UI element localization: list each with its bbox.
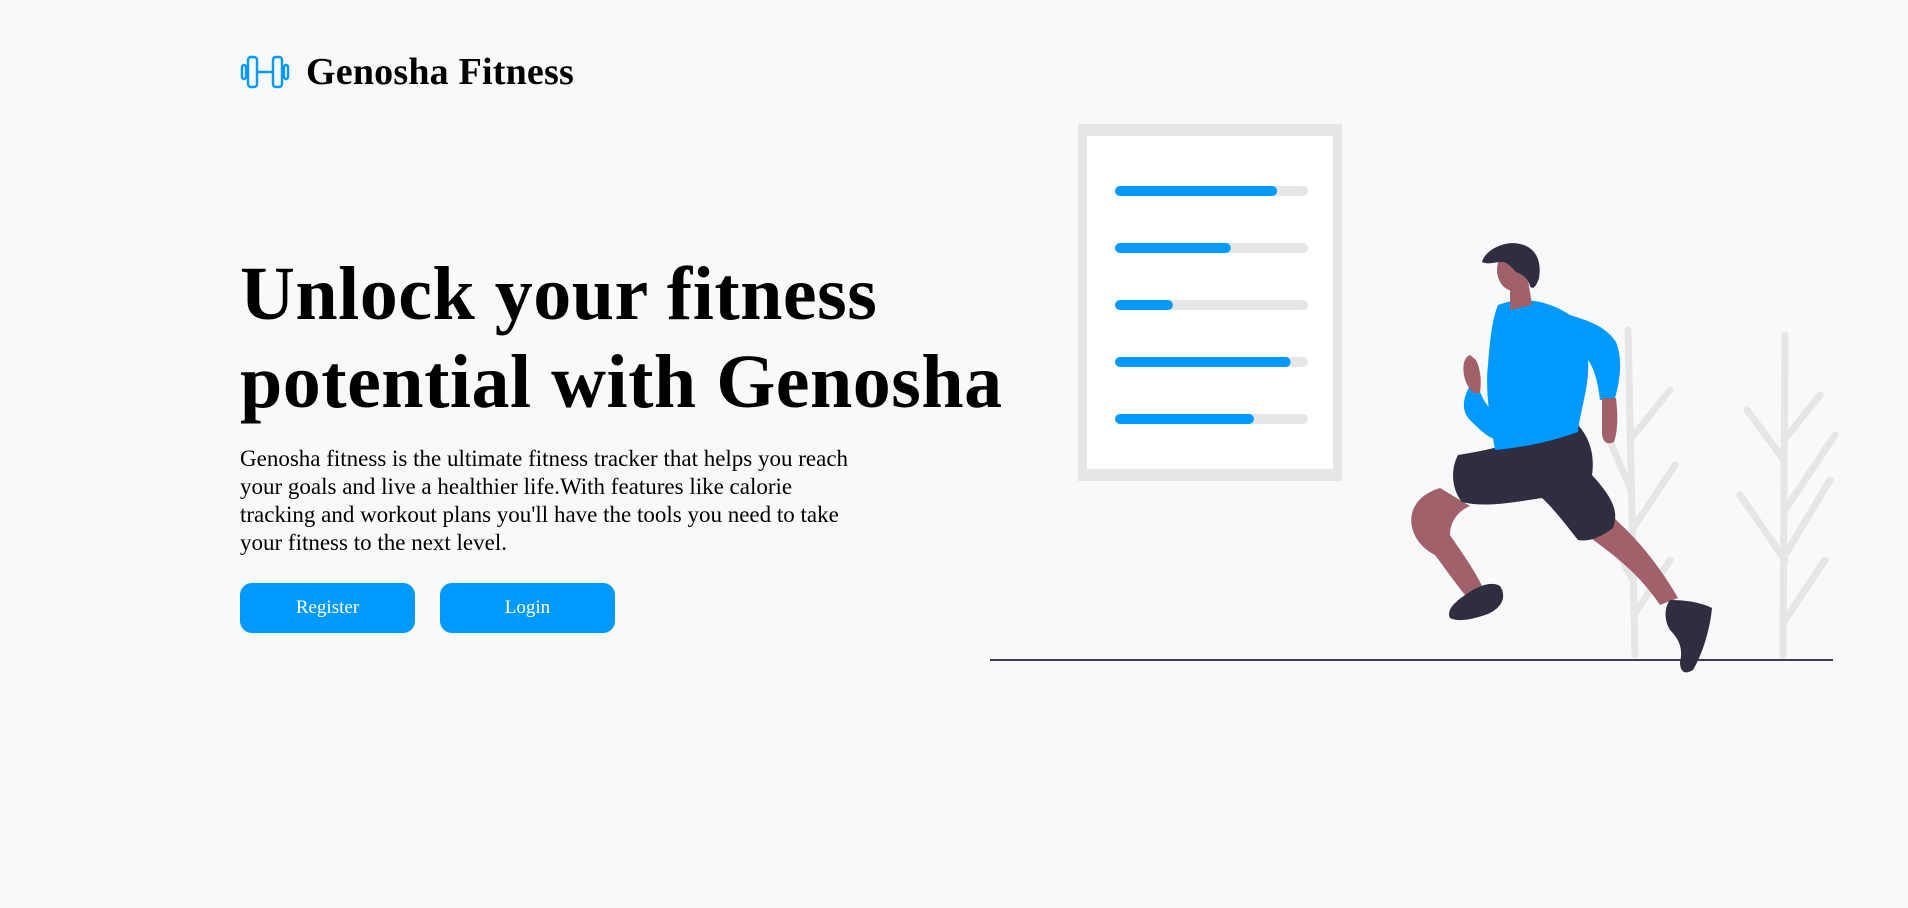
runner-figure [1411,243,1712,673]
register-button[interactable]: Register [240,583,415,633]
login-button[interactable]: Login [440,583,615,633]
hero-title-line-1: Unlock your fitness [240,252,878,336]
brand-name: Genosha Fitness [306,51,574,93]
runner-illustration [990,124,1839,673]
progress-fill [1115,414,1254,424]
hero-title: Unlock your fitness potential with Genos… [240,250,1040,426]
progress-fill [1115,357,1291,367]
progress-fill [1115,300,1173,310]
brand-header[interactable]: Genosha Fitness [240,50,574,94]
progress-board [1078,124,1342,481]
hero-description: Genosha fitness is the ultimate fitness … [240,446,849,555]
dumbbell-icon [240,55,290,89]
landing-page: Genosha Fitness Unlock your fitness pote… [0,0,1908,908]
plant-decoration [1596,326,1839,659]
hero-title-line-2: potential with Genosha [240,340,1003,424]
progress-fill [1115,243,1231,253]
progress-fill [1115,186,1278,196]
